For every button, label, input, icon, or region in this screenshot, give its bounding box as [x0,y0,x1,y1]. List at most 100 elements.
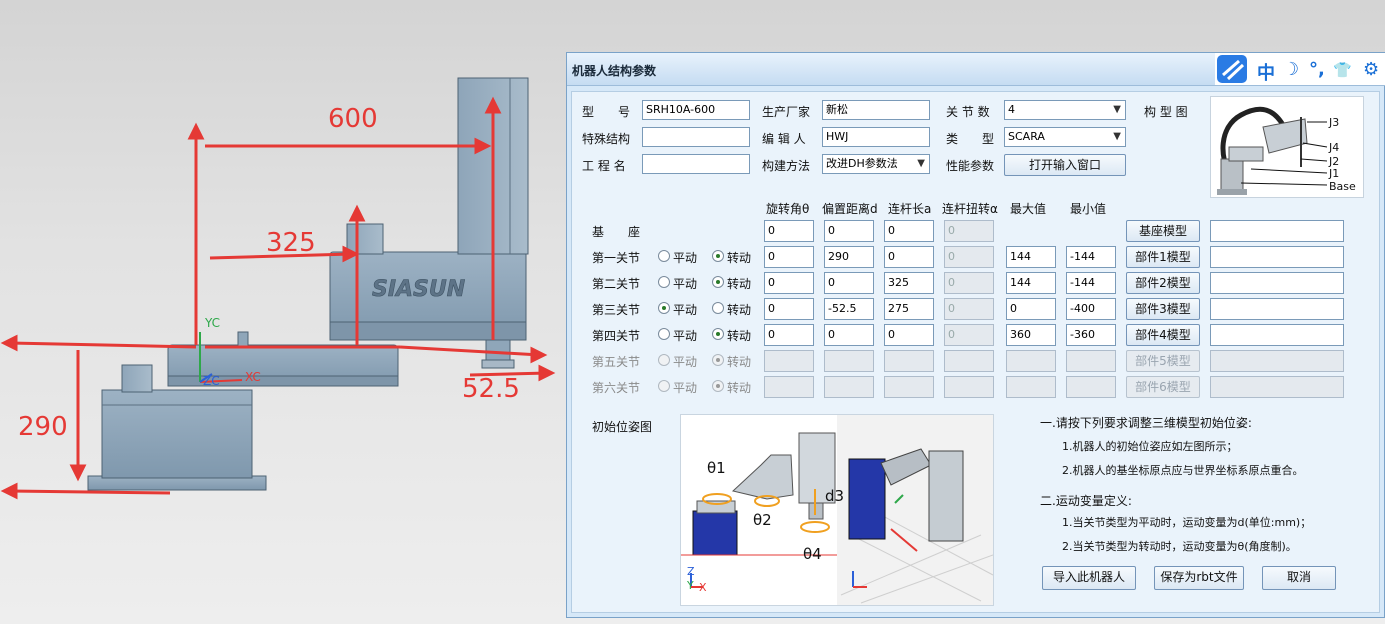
note-2: 2.机器人的基坐标原点应与世界坐标系原点重合。 [1062,464,1304,477]
prismatic-label: 平动 [673,329,698,343]
d-input[interactable]: 290 [824,246,874,268]
initial-pose-image: θ1 θ2 d3 θ4 Z Y X [680,414,994,606]
max-input[interactable]: 360 [1006,324,1056,346]
prismatic-label: 平动 [673,381,698,395]
axis-yc-label: YC [205,316,221,330]
lang-icon[interactable]: 中 [1257,59,1275,85]
dim-52-5: 52.5 [462,374,520,404]
skin-icon[interactable]: 👕 [1333,61,1352,79]
3d-viewport[interactable]: SIASUN 600 325 290 52.5 YC XC ZC [0,0,566,624]
initial-pose-illustration [681,415,993,605]
note-heading-2: 二.运动变量定义: [1040,494,1132,508]
revolute-label: 转动 [727,303,752,317]
alpha-input: 0 [944,272,994,294]
cancel-button[interactable]: 取消 [1262,566,1336,590]
d-input [824,376,874,398]
note-3: 1.当关节类型为平动时，运动变量为d(单位:mm)； [1062,516,1312,529]
gear-icon[interactable]: ⚙ [1363,59,1379,80]
part-model-button: 部件5模型 [1126,350,1200,372]
model-path-input[interactable] [1210,272,1344,294]
a-input[interactable]: 275 [884,298,934,320]
theta-input[interactable]: 0 [764,220,814,242]
model-path-input[interactable] [1210,324,1344,346]
a-input[interactable]: 0 [884,324,934,346]
model-path-input [1210,350,1344,372]
model-path-input[interactable] [1210,246,1344,268]
d-input[interactable]: -52.5 [824,298,874,320]
theta-input[interactable]: 0 [764,272,814,294]
revolute-radio [712,354,724,366]
min-input[interactable]: -400 [1066,298,1116,320]
max-input[interactable]: 0 [1006,298,1056,320]
pose-theta2: θ2 [753,511,772,529]
revolute-label: 转动 [727,251,752,265]
prismatic-radio[interactable] [658,302,670,314]
theta-input [764,350,814,372]
moon-icon[interactable]: ☽ [1283,59,1299,80]
part-model-button[interactable]: 部件1模型 [1126,246,1200,268]
alpha-input: 0 [944,298,994,320]
part-model-button[interactable]: 部件2模型 [1126,272,1200,294]
note-1: 1.机器人的初始位姿应如左图所示； [1062,440,1238,453]
punctuation-icon[interactable]: °, [1309,59,1325,80]
d-input[interactable]: 0 [824,272,874,294]
import-robot-button[interactable]: 导入此机器人 [1042,566,1136,590]
ime-logo-icon[interactable] [1215,53,1249,85]
theta-input[interactable]: 0 [764,324,814,346]
prismatic-radio[interactable] [658,250,670,262]
d-input[interactable]: 0 [824,324,874,346]
d-input[interactable]: 0 [824,220,874,242]
theta-input[interactable]: 0 [764,298,814,320]
alpha-input [944,350,994,372]
a-input[interactable]: 325 [884,272,934,294]
part-model-button[interactable]: 部件3模型 [1126,298,1200,320]
min-input[interactable]: -360 [1066,324,1116,346]
max-input[interactable]: 144 [1006,246,1056,268]
row-label: 第三关节 [592,303,641,317]
model-path-input[interactable] [1210,220,1344,242]
revolute-radio[interactable] [712,276,724,288]
axis-zc-label: ZC [203,374,220,388]
pose-theta4: θ4 [803,545,822,563]
revolute-radio [712,380,724,392]
alpha-input: 0 [944,220,994,242]
revolute-label: 转动 [727,381,752,395]
pose-d3: d3 [825,487,845,505]
prismatic-radio[interactable] [658,276,670,288]
prismatic-label: 平动 [673,303,698,317]
pose-axis-x: X [699,581,707,594]
brand-logo: SIASUN [372,277,465,302]
revolute-label: 转动 [727,355,752,369]
prismatic-label: 平动 [673,277,698,291]
row-label: 第四关节 [592,329,641,343]
max-input [1006,350,1056,372]
note-heading-1: 一.请按下列要求调整三维模型初始位姿: [1040,416,1252,430]
prismatic-radio[interactable] [658,328,670,340]
part-model-button[interactable]: 部件4模型 [1126,324,1200,346]
a-input[interactable]: 0 [884,220,934,242]
row-label: 第二关节 [592,277,641,291]
min-input[interactable]: -144 [1066,272,1116,294]
row-label: 第五关节 [592,355,641,369]
alpha-input [944,376,994,398]
theta-input[interactable]: 0 [764,246,814,268]
prismatic-radio [658,354,670,366]
part-model-button[interactable]: 基座模型 [1126,220,1200,242]
save-rbt-button[interactable]: 保存为rbt文件 [1154,566,1244,590]
prismatic-label: 平动 [673,355,698,369]
note-4: 2.当关节类型为转动时，运动变量为θ(角度制)。 [1062,540,1297,553]
axis-xc-label: XC [245,370,261,384]
revolute-radio[interactable] [712,250,724,262]
prismatic-radio [658,380,670,392]
model-path-input[interactable] [1210,298,1344,320]
min-input[interactable]: -144 [1066,246,1116,268]
pose-theta1: θ1 [707,459,726,477]
revolute-radio[interactable] [712,302,724,314]
a-input [884,376,934,398]
revolute-radio[interactable] [712,328,724,340]
min-input [1066,350,1116,372]
max-input[interactable]: 144 [1006,272,1056,294]
theta-input [764,376,814,398]
alpha-input: 0 [944,324,994,346]
a-input[interactable]: 0 [884,246,934,268]
